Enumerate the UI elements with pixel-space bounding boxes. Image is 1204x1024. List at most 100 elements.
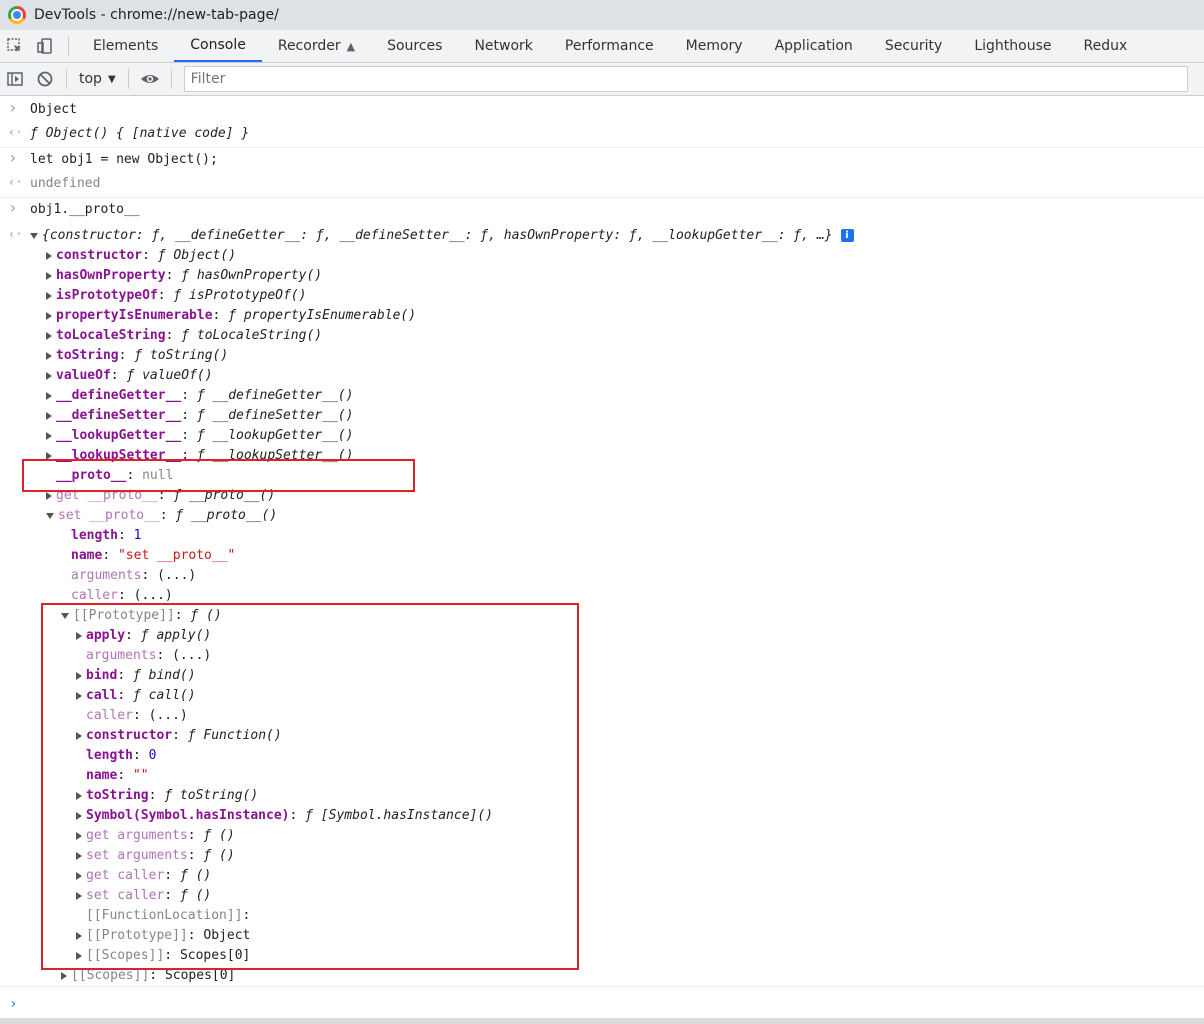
tree-row[interactable]: bind: ƒ bind() xyxy=(76,666,196,686)
property-colon: : xyxy=(289,808,306,823)
property-value: ƒ __lookupGetter__() xyxy=(196,428,354,443)
expand-triangle-icon[interactable] xyxy=(76,871,82,880)
expand-triangle-icon[interactable] xyxy=(46,391,52,400)
tab-elements[interactable]: Elements xyxy=(77,30,174,62)
tree-row[interactable]: [[Scopes]]: Scopes[0] xyxy=(61,966,235,986)
expand-triangle-icon[interactable] xyxy=(76,831,82,840)
context-selector[interactable]: top ▼ xyxy=(73,71,122,87)
expand-triangle-icon[interactable] xyxy=(30,232,38,239)
tree-row[interactable]: __defineGetter__: ƒ __defineGetter__() xyxy=(46,386,353,406)
expand-triangle-icon[interactable] xyxy=(61,971,67,980)
property-key: [[FunctionLocation]] xyxy=(86,908,243,923)
tab-network[interactable]: Network xyxy=(458,30,548,62)
expand-triangle-icon[interactable] xyxy=(46,251,52,260)
tab-sources[interactable]: Sources xyxy=(371,30,458,62)
property-value: Scopes[0] xyxy=(164,968,236,983)
live-expression-eye-icon[interactable] xyxy=(135,66,165,92)
expand-triangle-icon[interactable] xyxy=(76,631,82,640)
tree-row[interactable]: toString: ƒ toString() xyxy=(76,786,258,806)
property-colon: : xyxy=(117,588,134,603)
expand-triangle-icon[interactable] xyxy=(76,691,82,700)
expand-triangle-icon[interactable] xyxy=(76,951,82,960)
tree-row[interactable]: [[FunctionLocation]]: xyxy=(76,906,258,926)
tree-row[interactable]: caller: (...) xyxy=(61,586,173,606)
tree-row[interactable]: constructor: ƒ Object() xyxy=(46,246,236,266)
console-output: › Object ‹· ƒ Object() { [native code] } › le… xyxy=(0,96,1204,1018)
tree-row[interactable]: propertyIsEnumerable: ƒ propertyIsEnumer… xyxy=(46,306,416,326)
expand-triangle-icon[interactable] xyxy=(46,291,52,300)
expand-triangle-icon[interactable] xyxy=(46,371,52,380)
tree-row[interactable]: toLocaleString: ƒ toLocaleString() xyxy=(46,326,322,346)
expand-triangle-icon[interactable] xyxy=(46,271,52,280)
console-output-line[interactable]: {constructor: ƒ, __defineGetter__: ƒ, __… xyxy=(30,226,854,246)
property-value: null xyxy=(142,468,174,483)
tree-row[interactable]: set __proto__: ƒ __proto__() xyxy=(46,506,277,526)
property-value: ƒ __defineSetter__() xyxy=(196,408,354,423)
tree-row[interactable]: [[Prototype]]: ƒ () xyxy=(61,606,222,626)
tree-row[interactable]: arguments: (...) xyxy=(61,566,196,586)
tree-row[interactable]: toString: ƒ toString() xyxy=(46,346,228,366)
tab-memory[interactable]: Memory xyxy=(670,30,759,62)
tree-row[interactable]: __defineSetter__: ƒ __defineSetter__() xyxy=(46,406,353,426)
tree-row[interactable]: __lookupSetter__: ƒ __lookupSetter__() xyxy=(46,446,353,466)
tree-row[interactable]: name: "set __proto__" xyxy=(61,546,235,566)
expand-triangle-icon[interactable] xyxy=(46,512,54,519)
property-value: ƒ () xyxy=(203,848,235,863)
tab-security[interactable]: Security xyxy=(869,30,959,62)
tree-row[interactable]: length: 1 xyxy=(61,526,141,546)
tree-row[interactable]: caller: (...) xyxy=(76,706,188,726)
tree-row[interactable]: [[Scopes]]: Scopes[0] xyxy=(76,946,250,966)
inspect-element-icon[interactable] xyxy=(0,30,30,62)
property-colon: : xyxy=(126,468,143,483)
tree-row[interactable]: name: "" xyxy=(76,766,149,786)
expand-triangle-icon[interactable] xyxy=(76,931,82,940)
expand-triangle-icon[interactable] xyxy=(46,431,52,440)
filter-input[interactable] xyxy=(183,66,1188,92)
tab-redux[interactable]: Redux xyxy=(1067,30,1143,62)
tab-recorder[interactable]: Recorder ▲ xyxy=(262,30,371,62)
device-toolbar-icon[interactable] xyxy=(30,30,60,62)
sidebar-toggle-icon[interactable] xyxy=(0,66,30,92)
tree-row[interactable]: arguments: (...) xyxy=(76,646,211,666)
tab-performance[interactable]: Performance xyxy=(549,30,670,62)
tree-row[interactable]: length: 0 xyxy=(76,746,156,766)
clear-console-icon[interactable] xyxy=(30,66,60,92)
tree-row[interactable]: hasOwnProperty: ƒ hasOwnProperty() xyxy=(46,266,322,286)
tree-row[interactable]: constructor: ƒ Function() xyxy=(76,726,282,746)
tree-row[interactable]: get caller: ƒ () xyxy=(76,866,211,886)
property-colon: : xyxy=(102,548,118,563)
expand-triangle-icon[interactable] xyxy=(76,891,82,900)
tree-row[interactable]: isPrototypeOf: ƒ isPrototypeOf() xyxy=(46,286,306,306)
tree-row[interactable]: call: ƒ call() xyxy=(76,686,196,706)
tab-application[interactable]: Application xyxy=(759,30,869,62)
expand-triangle-icon[interactable] xyxy=(46,311,52,320)
expand-triangle-icon[interactable] xyxy=(46,411,52,420)
input-chevron-icon: › xyxy=(8,98,18,117)
property-value: (...) xyxy=(133,588,173,603)
expand-triangle-icon[interactable] xyxy=(46,331,52,340)
expand-triangle-icon[interactable] xyxy=(76,671,82,680)
tree-row[interactable]: __proto__: null xyxy=(46,466,173,486)
tree-row[interactable]: get arguments: ƒ () xyxy=(76,826,235,846)
tab-console[interactable]: Console xyxy=(174,30,262,62)
tree-row[interactable]: apply: ƒ apply() xyxy=(76,626,211,646)
tree-row[interactable]: Symbol(Symbol.hasInstance): ƒ [Symbol.ha… xyxy=(76,806,493,826)
expand-triangle-icon[interactable] xyxy=(46,451,52,460)
tree-row[interactable]: valueOf: ƒ valueOf() xyxy=(46,366,213,386)
expand-triangle-icon[interactable] xyxy=(76,791,82,800)
tree-row[interactable]: set caller: ƒ () xyxy=(76,886,211,906)
tree-row[interactable]: get __proto__: ƒ __proto__() xyxy=(46,486,275,506)
tab-lighthouse[interactable]: Lighthouse xyxy=(958,30,1067,62)
tree-row[interactable]: __lookupGetter__: ƒ __lookupGetter__() xyxy=(46,426,353,446)
console-output-line: ƒ Object() { [native code] } xyxy=(30,124,249,144)
expand-triangle-icon[interactable] xyxy=(76,811,82,820)
console-prompt-icon[interactable]: › xyxy=(9,996,17,1012)
info-icon[interactable]: i xyxy=(840,229,854,242)
expand-triangle-icon[interactable] xyxy=(46,491,52,500)
expand-triangle-icon[interactable] xyxy=(61,612,69,619)
expand-triangle-icon[interactable] xyxy=(76,851,82,860)
expand-triangle-icon[interactable] xyxy=(46,351,52,360)
expand-triangle-icon[interactable] xyxy=(76,731,82,740)
tree-row[interactable]: set arguments: ƒ () xyxy=(76,846,235,866)
tree-row[interactable]: [[Prototype]]: Object xyxy=(76,926,250,946)
